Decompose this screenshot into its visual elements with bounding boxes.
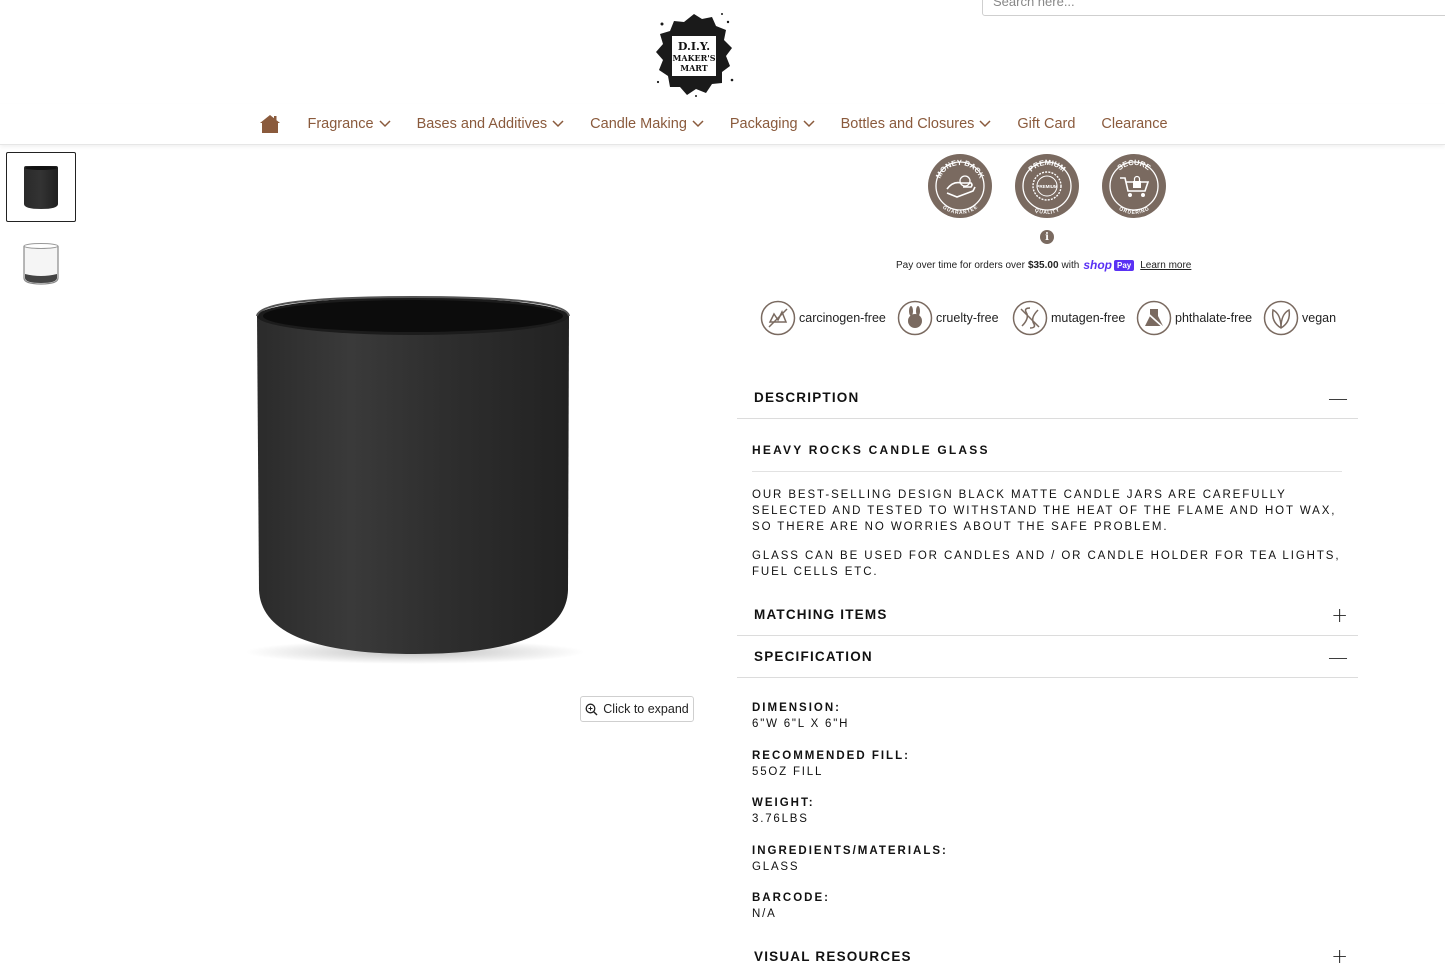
- nav-label: Bottles and Closures: [840, 116, 975, 132]
- attribute-carcinogen-free: carcinogen-free: [760, 300, 886, 336]
- chevron-down-icon: [803, 120, 815, 128]
- spec-label: WEIGHT:: [752, 797, 815, 809]
- accordion-title: VISUAL RESOURCES: [754, 948, 912, 964]
- premium-quality-badge: PREMIUM QUALITY PREMIUM: [1014, 153, 1080, 219]
- shop-pay-badge: Pay: [1114, 259, 1135, 271]
- nav-item-clearance[interactable]: Clearance: [1101, 116, 1167, 132]
- thumbnail-clear-jar[interactable]: [6, 228, 76, 298]
- installments-with: with: [1061, 259, 1080, 271]
- nav-item-bases-additives[interactable]: Bases and Additives: [417, 116, 565, 132]
- spec-weight: WEIGHT: 3.76LBS: [752, 795, 815, 827]
- nav-item-bottles-closures[interactable]: Bottles and Closures: [841, 116, 992, 132]
- accordion-specification[interactable]: SPECIFICATION —: [737, 636, 1358, 678]
- spec-value: 6"W 6"L X 6"H: [752, 718, 850, 730]
- attribute-cruelty-free: cruelty-free: [897, 300, 999, 336]
- spec-recommended-fill: RECOMMENDED FILL: 55OZ FILL: [752, 748, 910, 780]
- nav-item-gift-card[interactable]: Gift Card: [1017, 116, 1075, 132]
- chevron-down-icon: [552, 120, 564, 128]
- expand-image-button[interactable]: Click to expand: [580, 696, 694, 722]
- rabbit-icon: [897, 300, 933, 336]
- thumbnail-black-jar[interactable]: [6, 152, 76, 222]
- attribute-mutagen-free: mutagen-free: [1012, 300, 1125, 336]
- logo-line-2: MAKER'S: [673, 53, 716, 63]
- expand-label: Click to expand: [603, 702, 689, 716]
- expand-icon[interactable]: +: [1331, 946, 1348, 966]
- attribute-label: vegan: [1302, 311, 1337, 325]
- chevron-down-icon: [379, 120, 391, 128]
- product-title: HEAVY ROCKS CANDLE GLASS: [752, 443, 1342, 472]
- zoom-in-icon: [585, 703, 598, 715]
- collapse-icon[interactable]: —: [1328, 647, 1348, 667]
- spec-label: RECOMMENDED FILL:: [752, 750, 910, 762]
- spec-label: INGREDIENTS/MATERIALS:: [752, 845, 948, 857]
- spec-dimension: DIMENSION: 6"W 6"L X 6"H: [752, 700, 849, 732]
- attribute-label: phthalate-free: [1175, 311, 1253, 325]
- search-input[interactable]: Search here...: [982, 0, 1445, 16]
- attribute-phthalate-free: phthalate-free: [1136, 300, 1252, 336]
- spec-value: 55OZ FILL: [752, 766, 824, 778]
- logo-line-3: MART: [680, 63, 708, 73]
- home-icon[interactable]: [259, 113, 281, 135]
- attribute-label: cruelty-free: [936, 311, 999, 325]
- secure-ordering-badge: SECURE ORDERING: [1101, 153, 1167, 219]
- nav-label: Gift Card: [1017, 116, 1076, 132]
- nav-label: Candle Making: [590, 116, 687, 132]
- chevron-down-icon: [692, 120, 704, 128]
- main-navigation: Fragrance Bases and Additives Candle Mak…: [0, 104, 1445, 145]
- dna-icon: [1012, 300, 1048, 336]
- description-paragraph: GLASS CAN BE USED FOR CANDLES AND / OR C…: [752, 550, 1341, 578]
- nav-label: Clearance: [1101, 116, 1168, 132]
- installments-amount: $35.00: [1027, 259, 1059, 271]
- product-image[interactable]: [240, 280, 590, 670]
- site-logo[interactable]: D.I.Y. MAKER'S MART: [652, 10, 736, 98]
- installments-text: Pay over time for orders over: [896, 259, 1025, 271]
- spec-materials: INGREDIENTS/MATERIALS: GLASS: [752, 843, 948, 875]
- spec-value: 3.76LBS: [752, 813, 809, 825]
- spec-value: N/A: [752, 908, 777, 920]
- accordion-description[interactable]: DESCRIPTION —: [737, 377, 1358, 419]
- money-back-guarantee-badge: MONEY BACK GUARANTEE: [927, 153, 993, 219]
- attribute-label: carcinogen-free: [799, 311, 886, 325]
- logo-line-1: D.I.Y.: [678, 40, 710, 53]
- accordion-title: MATCHING ITEMS: [754, 607, 888, 622]
- accordion-matching-items[interactable]: MATCHING ITEMS +: [737, 594, 1358, 636]
- accordion-title: DESCRIPTION: [754, 390, 860, 405]
- info-icon[interactable]: i: [1040, 230, 1054, 244]
- nav-label: Bases and Additives: [416, 116, 548, 132]
- chevron-down-icon: [979, 120, 991, 128]
- nav-label: Fragrance: [307, 116, 374, 132]
- installments-banner: Pay over time for orders over $35.00 wit…: [896, 258, 1191, 272]
- flask-icon: [1136, 300, 1172, 336]
- accordion-title: SPECIFICATION: [754, 649, 873, 664]
- nav-item-packaging[interactable]: Packaging: [730, 116, 815, 132]
- description-paragraph: OUR BEST-SELLING DESIGN BLACK MATTE CAND…: [752, 489, 1337, 533]
- collapse-icon[interactable]: —: [1328, 388, 1348, 408]
- leaf-icon: [1263, 300, 1299, 336]
- expand-icon[interactable]: +: [1331, 605, 1348, 625]
- spec-value: GLASS: [752, 861, 800, 873]
- spec-label: BARCODE:: [752, 892, 830, 904]
- spec-barcode: BARCODE: N/A: [752, 890, 830, 922]
- nav-item-fragrance[interactable]: Fragrance: [307, 116, 391, 132]
- accordion-visual-resources[interactable]: VISUAL RESOURCES +: [737, 935, 1358, 972]
- hand-icon: [760, 300, 796, 336]
- nav-item-candle-making[interactable]: Candle Making: [590, 116, 704, 132]
- spec-label: DIMENSION:: [752, 702, 841, 714]
- nav-label: Packaging: [729, 116, 798, 132]
- shop-logo: shop: [1083, 258, 1112, 272]
- attribute-vegan: vegan: [1263, 300, 1336, 336]
- attribute-label: mutagen-free: [1051, 311, 1126, 325]
- svg-text:PREMIUM: PREMIUM: [1036, 184, 1058, 189]
- learn-more-link[interactable]: Learn more: [1140, 260, 1191, 271]
